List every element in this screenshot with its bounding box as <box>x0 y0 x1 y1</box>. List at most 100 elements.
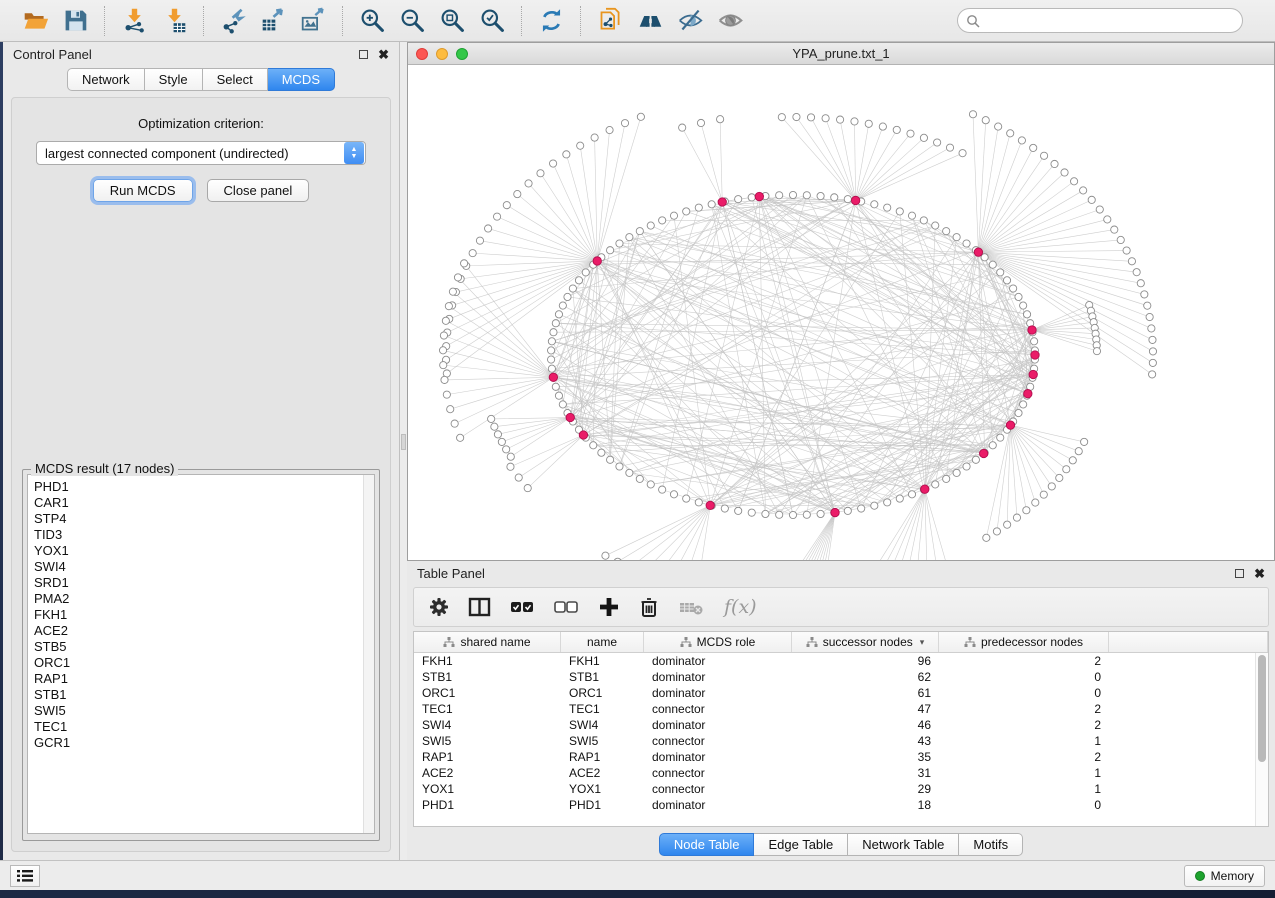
column-header-shared-name[interactable]: shared name <box>414 632 561 652</box>
run-mcds-button[interactable]: Run MCDS <box>93 179 193 202</box>
delete-table-button[interactable] <box>678 596 706 618</box>
float-table-panel-icon[interactable] <box>1235 569 1244 578</box>
refresh-view-button[interactable] <box>534 5 568 37</box>
cell-successor-nodes[interactable]: 61 <box>792 686 939 700</box>
float-panel-icon[interactable] <box>359 50 368 59</box>
panel-splitter[interactable] <box>400 42 407 860</box>
mcds-result-item[interactable]: FKH1 <box>34 607 357 623</box>
mcds-result-item[interactable]: YOX1 <box>34 543 357 559</box>
cell-name[interactable]: FKH1 <box>561 654 644 668</box>
mcds-result-item[interactable]: SWI5 <box>34 703 357 719</box>
column-header-predecessor-nodes[interactable]: predecessor nodes <box>939 632 1109 652</box>
tab-style[interactable]: Style <box>145 68 203 91</box>
mcds-result-item[interactable]: STP4 <box>34 511 357 527</box>
cell-name[interactable]: ACE2 <box>561 766 644 780</box>
cell-predecessor-nodes[interactable]: 1 <box>939 782 1109 796</box>
mcds-result-item[interactable]: STB5 <box>34 639 357 655</box>
network-search-field[interactable] <box>957 8 1243 33</box>
splitter-grip-icon[interactable] <box>401 434 406 450</box>
search-binoculars-button[interactable] <box>633 5 667 37</box>
cell-predecessor-nodes[interactable]: 1 <box>939 734 1109 748</box>
cell-shared-name[interactable]: PHD1 <box>414 798 561 812</box>
import-table-button[interactable] <box>157 5 191 37</box>
table-row[interactable]: STB1STB1dominator620 <box>414 669 1268 685</box>
network-graph[interactable] <box>408 65 1273 560</box>
show-columns-button[interactable] <box>468 596 492 618</box>
cell-shared-name[interactable]: TEC1 <box>414 702 561 716</box>
cell-MCDS-role[interactable]: dominator <box>644 750 792 764</box>
cell-predecessor-nodes[interactable]: 2 <box>939 654 1109 668</box>
cell-successor-nodes[interactable]: 46 <box>792 718 939 732</box>
function-builder-button[interactable]: f(x) <box>724 596 757 618</box>
mcds-result-item[interactable]: GCR1 <box>34 735 357 751</box>
hide-selected-button[interactable] <box>673 5 707 37</box>
column-header-MCDS-role[interactable]: MCDS role <box>644 632 792 652</box>
export-image-button[interactable] <box>296 5 330 37</box>
table-row[interactable]: ACE2ACE2connector311 <box>414 765 1268 781</box>
cell-name[interactable]: SWI5 <box>561 734 644 748</box>
cell-name[interactable]: TEC1 <box>561 702 644 716</box>
deselect-all-rows-button[interactable] <box>554 596 580 618</box>
export-table-button[interactable] <box>256 5 290 37</box>
table-row[interactable]: PHD1PHD1dominator180 <box>414 797 1268 813</box>
cell-MCDS-role[interactable]: dominator <box>644 798 792 812</box>
tab-mcds[interactable]: MCDS <box>268 68 335 91</box>
table-scrollbar-thumb[interactable] <box>1258 655 1266 762</box>
column-header-successor-nodes[interactable]: successor nodes▾ <box>792 632 939 652</box>
open-session-button[interactable] <box>18 5 52 37</box>
tab-network[interactable]: Network <box>67 68 145 91</box>
save-session-button[interactable] <box>58 5 92 37</box>
cell-shared-name[interactable]: SWI5 <box>414 734 561 748</box>
zoom-in-button[interactable] <box>355 5 389 37</box>
cell-MCDS-role[interactable]: dominator <box>644 718 792 732</box>
mcds-result-item[interactable]: TEC1 <box>34 719 357 735</box>
mcds-result-item[interactable]: CAR1 <box>34 495 357 511</box>
cell-MCDS-role[interactable]: connector <box>644 734 792 748</box>
cell-predecessor-nodes[interactable]: 0 <box>939 798 1109 812</box>
cell-MCDS-role[interactable]: connector <box>644 782 792 796</box>
cell-shared-name[interactable]: RAP1 <box>414 750 561 764</box>
cell-name[interactable]: STB1 <box>561 670 644 684</box>
cell-successor-nodes[interactable]: 29 <box>792 782 939 796</box>
tab-node-table[interactable]: Node Table <box>659 833 755 856</box>
cell-predecessor-nodes[interactable]: 2 <box>939 702 1109 716</box>
cell-MCDS-role[interactable]: dominator <box>644 686 792 700</box>
mcds-result-item[interactable]: SRD1 <box>34 575 357 591</box>
column-header-name[interactable]: name <box>561 632 644 652</box>
table-row[interactable]: ORC1ORC1dominator610 <box>414 685 1268 701</box>
export-network-button[interactable] <box>216 5 250 37</box>
mcds-result-item[interactable]: STB1 <box>34 687 357 703</box>
memory-button[interactable]: Memory <box>1184 865 1265 887</box>
close-panel-button[interactable]: Close panel <box>207 179 310 202</box>
close-table-panel-icon[interactable]: ✖ <box>1254 569 1265 578</box>
cell-predecessor-nodes[interactable]: 1 <box>939 766 1109 780</box>
mcds-result-list[interactable]: PHD1CAR1STP4TID3YOX1SWI4SRD1PMA2FKH1ACE2… <box>27 474 375 834</box>
cell-MCDS-role[interactable]: dominator <box>644 670 792 684</box>
criterion-select[interactable]: largest connected component (undirected)… <box>36 141 366 165</box>
select-all-rows-button[interactable] <box>510 596 536 618</box>
mcds-result-item[interactable]: PMA2 <box>34 591 357 607</box>
cell-predecessor-nodes[interactable]: 0 <box>939 686 1109 700</box>
table-scrollbar[interactable] <box>1255 653 1268 826</box>
table-row[interactable]: YOX1YOX1connector291 <box>414 781 1268 797</box>
tab-select[interactable]: Select <box>203 68 268 91</box>
cell-shared-name[interactable]: STB1 <box>414 670 561 684</box>
cell-successor-nodes[interactable]: 96 <box>792 654 939 668</box>
tab-edge-table[interactable]: Edge Table <box>754 833 848 856</box>
import-network-button[interactable] <box>117 5 151 37</box>
cell-name[interactable]: RAP1 <box>561 750 644 764</box>
table-row[interactable]: SWI4SWI4dominator462 <box>414 717 1268 733</box>
zoom-selected-button[interactable] <box>475 5 509 37</box>
network-window-titlebar[interactable]: YPA_prune.txt_1 <box>408 43 1274 65</box>
tab-network-table[interactable]: Network Table <box>848 833 959 856</box>
mcds-result-item[interactable]: ACE2 <box>34 623 357 639</box>
cell-shared-name[interactable]: SWI4 <box>414 718 561 732</box>
task-history-button[interactable] <box>10 865 40 887</box>
zoom-out-button[interactable] <box>395 5 429 37</box>
zoom-fit-button[interactable] <box>435 5 469 37</box>
search-input[interactable] <box>985 14 1234 28</box>
cell-MCDS-role[interactable]: connector <box>644 766 792 780</box>
table-settings-button[interactable] <box>428 596 450 618</box>
mcds-result-item[interactable]: TID3 <box>34 527 357 543</box>
cell-successor-nodes[interactable]: 43 <box>792 734 939 748</box>
